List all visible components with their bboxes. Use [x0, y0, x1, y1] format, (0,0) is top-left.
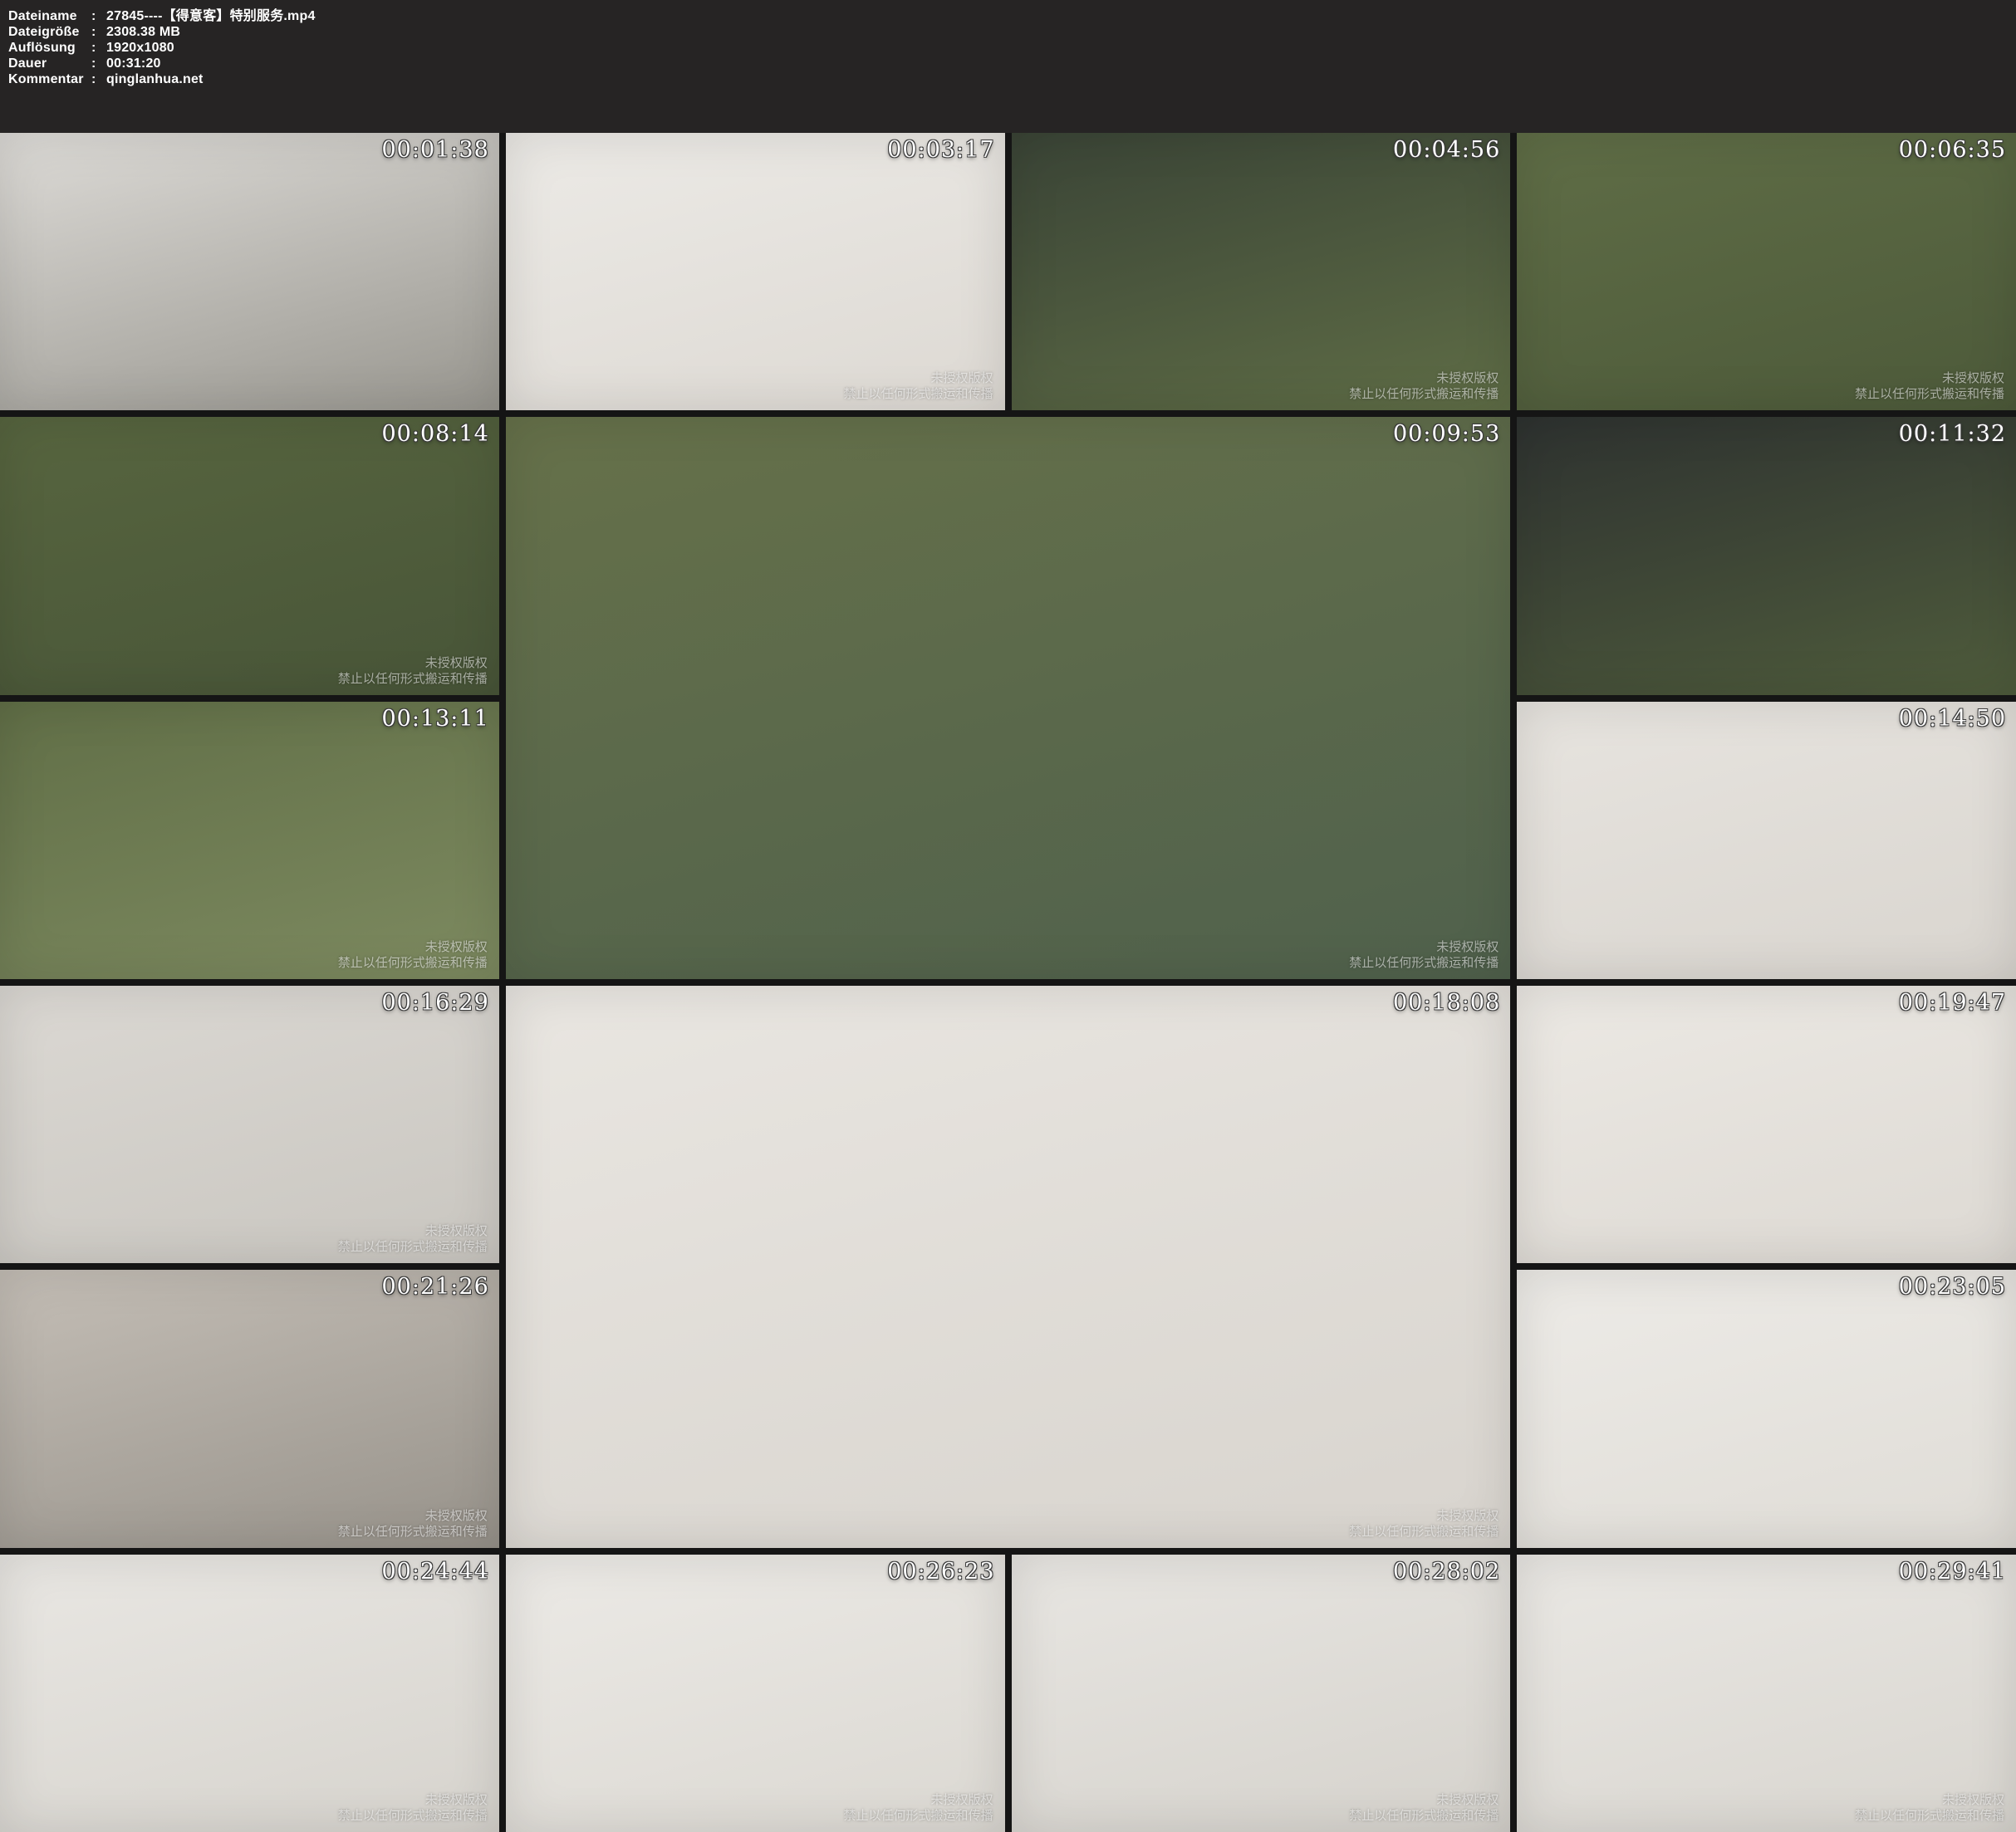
separator-colon: : — [91, 8, 106, 24]
metadata-row-comment: Kommentar : qinglanhua.net — [8, 71, 2016, 87]
watermark-line-1: 未授权版权 — [1349, 370, 1499, 386]
frame-timestamp: 00:26:23 — [887, 1559, 994, 1585]
watermark-line-1: 未授权版权 — [1349, 939, 1499, 955]
duration-value: 00:31:20 — [106, 56, 161, 71]
video-frame-thumbnail: 00:08:14 未授权版权 禁止以任何形式搬运和传播 — [0, 417, 499, 694]
copyright-watermark: 未授权版权 禁止以任何形式搬运和传播 — [1349, 1792, 1499, 1824]
comment-label: Kommentar — [8, 71, 91, 87]
video-frame-thumbnail: 00:13:11 未授权版权 禁止以任何形式搬运和传播 — [0, 702, 499, 979]
frame-timestamp: 00:16:29 — [381, 990, 488, 1016]
copyright-watermark: 未授权版权 禁止以任何形式搬运和传播 — [338, 1508, 488, 1540]
frame-timestamp: 00:03:17 — [887, 137, 994, 163]
copyright-watermark: 未授权版权 禁止以任何形式搬运和传播 — [1855, 370, 2004, 402]
video-frame-thumbnail: 00:04:56 未授权版权 禁止以任何形式搬运和传播 — [1012, 133, 1511, 410]
watermark-line-1: 未授权版权 — [1349, 1508, 1499, 1524]
watermark-line-2: 禁止以任何形式搬运和传播 — [1349, 1524, 1499, 1540]
video-frame-thumbnail: 00:24:44 未授权版权 禁止以任何形式搬运和传播 — [0, 1555, 499, 1832]
video-frame-thumbnail: 00:01:38 — [0, 133, 499, 410]
video-frame-thumbnail: 00:23:05 — [1517, 1270, 2016, 1547]
video-frame-thumbnail: 00:19:47 — [1517, 986, 2016, 1263]
watermark-line-2: 禁止以任何形式搬运和传播 — [1855, 386, 2004, 402]
watermark-line-1: 未授权版权 — [843, 1792, 993, 1808]
watermark-line-1: 未授权版权 — [1855, 1792, 2004, 1808]
watermark-line-2: 禁止以任何形式搬运和传播 — [1349, 955, 1499, 971]
frame-timestamp: 00:04:56 — [1393, 137, 1500, 163]
metadata-row-duration: Dauer : 00:31:20 — [8, 56, 2016, 71]
separator-colon: : — [91, 24, 106, 40]
frame-timestamp: 00:19:47 — [1899, 990, 2006, 1016]
watermark-line-2: 禁止以任何形式搬运和传播 — [1349, 386, 1499, 402]
frame-timestamp: 00:08:14 — [381, 421, 488, 447]
watermark-line-2: 禁止以任何形式搬运和传播 — [338, 1808, 488, 1824]
copyright-watermark: 未授权版权 禁止以任何形式搬运和传播 — [1349, 939, 1499, 971]
video-frame-thumbnail: 00:03:17 未授权版权 禁止以任何形式搬运和传播 — [506, 133, 1005, 410]
video-frame-thumbnail: 00:29:41 未授权版权 禁止以任何形式搬运和传播 — [1517, 1555, 2016, 1832]
frame-timestamp: 00:14:50 — [1899, 706, 2006, 732]
filesize-value: 2308.38 MB — [106, 24, 180, 40]
duration-label: Dauer — [8, 56, 91, 71]
separator-colon: : — [91, 40, 106, 56]
copyright-watermark: 未授权版权 禁止以任何形式搬运和传播 — [843, 1792, 993, 1824]
watermark-line-1: 未授权版权 — [338, 1223, 488, 1239]
watermark-line-2: 禁止以任何形式搬运和传播 — [1349, 1808, 1499, 1824]
watermark-line-1: 未授权版权 — [1855, 370, 2004, 386]
frame-timestamp: 00:24:44 — [381, 1559, 488, 1585]
watermark-line-1: 未授权版权 — [338, 939, 488, 955]
watermark-line-1: 未授权版权 — [338, 1792, 488, 1808]
watermark-line-1: 未授权版权 — [1349, 1792, 1499, 1808]
resolution-label: Auflösung — [8, 40, 91, 56]
video-frame-thumbnail: 00:21:26 未授权版权 禁止以任何形式搬运和传播 — [0, 1270, 499, 1547]
frame-timestamp: 00:21:26 — [381, 1274, 488, 1300]
video-frame-thumbnail: 00:26:23 未授权版权 禁止以任何形式搬运和传播 — [506, 1555, 1005, 1832]
copyright-watermark: 未授权版权 禁止以任何形式搬运和传播 — [338, 1792, 488, 1824]
filename-value: 27845----【得意客】特别服务.mp4 — [106, 8, 316, 24]
metadata-row-filename: Dateiname : 27845----【得意客】特别服务.mp4 — [8, 8, 2016, 24]
watermark-line-2: 禁止以任何形式搬运和传播 — [338, 1239, 488, 1255]
video-frame-thumbnail: 00:09:53 未授权版权 禁止以任何形式搬运和传播 — [506, 417, 1511, 979]
copyright-watermark: 未授权版权 禁止以任何形式搬运和传播 — [1349, 1508, 1499, 1540]
watermark-line-2: 禁止以任何形式搬运和传播 — [338, 955, 488, 971]
frame-timestamp: 00:29:41 — [1899, 1559, 2006, 1585]
filesize-label: Dateigröße — [8, 24, 91, 40]
separator-colon: : — [91, 71, 106, 87]
thumbnail-contact-sheet: 00:01:38 00:03:17 未授权版权 禁止以任何形式搬运和传播 00:… — [0, 133, 2016, 1832]
watermark-line-2: 禁止以任何形式搬运和传播 — [338, 1524, 488, 1540]
copyright-watermark: 未授权版权 禁止以任何形式搬运和传播 — [843, 370, 993, 402]
video-frame-thumbnail: 00:14:50 — [1517, 702, 2016, 979]
copyright-watermark: 未授权版权 禁止以任何形式搬运和传播 — [1349, 370, 1499, 402]
watermark-line-2: 禁止以任何形式搬运和传播 — [1855, 1808, 2004, 1824]
resolution-value: 1920x1080 — [106, 40, 174, 56]
watermark-line-2: 禁止以任何形式搬运和传播 — [843, 386, 993, 402]
copyright-watermark: 未授权版权 禁止以任何形式搬运和传播 — [338, 1223, 488, 1255]
copyright-watermark: 未授权版权 禁止以任何形式搬运和传播 — [1855, 1792, 2004, 1824]
copyright-watermark: 未授权版权 禁止以任何形式搬运和传播 — [338, 939, 488, 971]
frame-timestamp: 00:23:05 — [1899, 1274, 2006, 1300]
watermark-line-1: 未授权版权 — [843, 370, 993, 386]
frame-timestamp: 00:18:08 — [1393, 990, 1500, 1016]
video-frame-thumbnail: 00:11:32 — [1517, 417, 2016, 694]
video-frame-thumbnail: 00:06:35 未授权版权 禁止以任何形式搬运和传播 — [1517, 133, 2016, 410]
frame-timestamp: 00:28:02 — [1393, 1559, 1500, 1585]
frame-timestamp: 00:01:38 — [381, 137, 488, 163]
video-frame-thumbnail: 00:16:29 未授权版权 禁止以任何形式搬运和传播 — [0, 986, 499, 1263]
video-frame-thumbnail: 00:18:08 未授权版权 禁止以任何形式搬运和传播 — [506, 986, 1511, 1548]
frame-timestamp: 00:13:11 — [381, 706, 488, 732]
comment-value: qinglanhua.net — [106, 71, 204, 87]
watermark-line-2: 禁止以任何形式搬运和传播 — [338, 671, 488, 687]
watermark-line-1: 未授权版权 — [338, 1508, 488, 1524]
file-metadata-header: Dateiname : 27845----【得意客】特别服务.mp4 Datei… — [0, 0, 2016, 133]
watermark-line-2: 禁止以任何形式搬运和传播 — [843, 1808, 993, 1824]
frame-timestamp: 00:11:32 — [1899, 421, 2006, 447]
metadata-row-filesize: Dateigröße : 2308.38 MB — [8, 24, 2016, 40]
filename-label: Dateiname — [8, 8, 91, 24]
frame-timestamp: 00:09:53 — [1393, 421, 1500, 447]
separator-colon: : — [91, 56, 106, 71]
frame-timestamp: 00:06:35 — [1899, 137, 2006, 163]
copyright-watermark: 未授权版权 禁止以任何形式搬运和传播 — [338, 655, 488, 687]
watermark-line-1: 未授权版权 — [338, 655, 488, 671]
video-frame-thumbnail: 00:28:02 未授权版权 禁止以任何形式搬运和传播 — [1012, 1555, 1511, 1832]
metadata-row-resolution: Auflösung : 1920x1080 — [8, 40, 2016, 56]
